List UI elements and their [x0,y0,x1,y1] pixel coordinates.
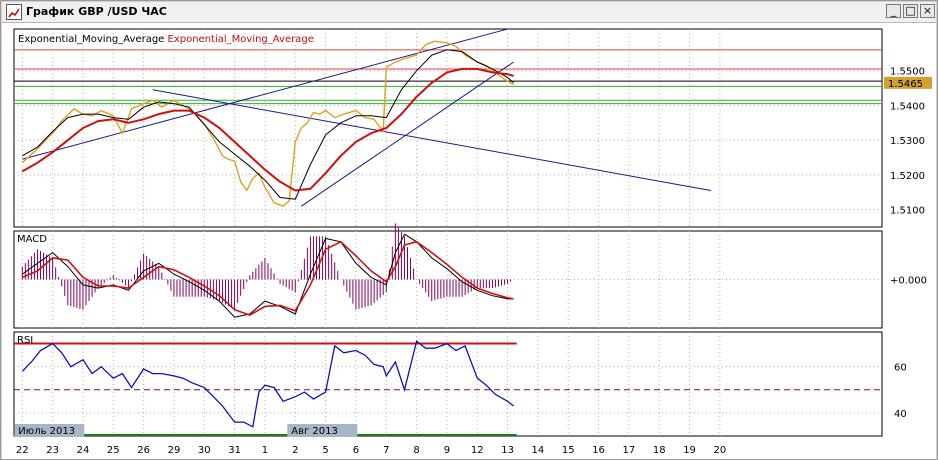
price-y-tick-label: 1.5400 [890,101,925,112]
x-tick-label: 2 [292,445,298,456]
rsi-y-tick-label: 40 [894,409,907,420]
x-tick-label: 16 [592,445,605,456]
x-tick-label: 26 [137,445,150,456]
month-label: Авг 2013 [291,426,338,437]
x-tick-label: 14 [532,445,545,456]
minimize-button[interactable]: _ [886,4,901,18]
x-tick-label: 13 [501,445,514,456]
x-tick-label: 24 [77,445,90,456]
x-tick-label: 7 [383,445,389,456]
maximize-button[interactable]: □ [903,4,918,18]
chart-window: График GBP /USD ЧАС _ □ × Exponential_Mo… [0,0,938,460]
legend-ema-fast: Exponential_Moving_Average [18,34,168,45]
macd-panel-frame [13,230,883,329]
x-tick-label: 9 [444,445,450,456]
legend-ema-slow: Exponential_Moving_Average [168,34,314,45]
price-y-tick-label: 1.5500 [890,67,925,78]
month-label: Июль 2013 [18,426,75,437]
x-tick-label: 18 [653,445,666,456]
last-price-label: 1.5465 [888,79,923,90]
x-tick-label: 30 [198,445,211,456]
x-tick-label: 20 [714,445,727,456]
window-title: График GBP /USD ЧАС [26,5,167,18]
chart-icon [6,4,22,20]
x-tick-label: 31 [228,445,241,456]
x-tick-label: 12 [471,445,484,456]
x-tick-label: 6 [353,445,359,456]
close-button[interactable]: × [920,4,935,18]
rsi-label: RSI [17,335,33,346]
macd-label: MACD [17,234,47,245]
x-tick-label: 17 [623,445,636,456]
x-tick-label: 8 [413,445,419,456]
x-tick-label: 15 [562,445,575,456]
chart-area: Exponential_Moving_Average Exponential_M… [2,23,936,459]
price-panel-frame [13,28,883,228]
price-y-tick-label: 1.5200 [890,171,925,182]
price-y-tick-label: 1.5300 [890,136,925,147]
x-tick-label: 29 [168,445,181,456]
x-tick-label: 5 [322,445,328,456]
rsi-y-tick-label: 60 [894,363,907,374]
price-legend: Exponential_Moving_Average Exponential_M… [18,34,314,45]
x-tick-label: 23 [46,445,59,456]
x-tick-label: 1 [262,445,268,456]
x-tick-label: 22 [16,445,29,456]
x-tick-label: 25 [107,445,120,456]
rsi-panel-frame [13,331,883,437]
title-bar: График GBP /USD ЧАС _ □ × [2,2,936,23]
x-tick-label: 19 [683,445,696,456]
macd-y-tick-label: +0.000 [890,276,927,287]
price-y-tick-label: 1.5100 [890,206,925,217]
